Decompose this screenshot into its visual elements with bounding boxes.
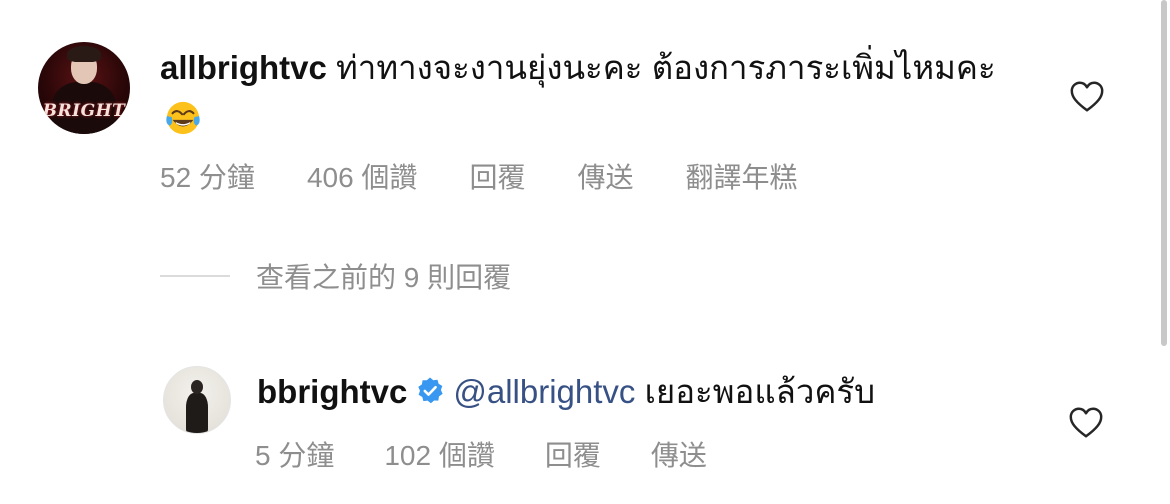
reply-send-button[interactable]: 傳送 bbox=[651, 434, 707, 474]
comment-time[interactable]: 52 分鐘 bbox=[160, 156, 255, 196]
comment-body: allbrightvc ท่าทางจะงานยุ่งนะคะ ต้องการภ… bbox=[160, 42, 1020, 146]
view-previous-replies[interactable]: 查看之前的 9 則回覆 bbox=[160, 256, 511, 296]
verified-badge-icon bbox=[418, 377, 443, 404]
translate-button[interactable]: 翻譯年糕 bbox=[685, 156, 797, 196]
comment-text: ท่าทางจะงานยุ่งนะคะ ต้องการภาระเพิ่มไหมค… bbox=[336, 49, 996, 86]
comment-username[interactable]: allbrightvc bbox=[160, 49, 327, 86]
avatar-figure-hair bbox=[67, 46, 101, 62]
reply-mention[interactable]: @allbrightvc bbox=[453, 373, 635, 410]
replies-divider-line bbox=[160, 275, 230, 277]
avatar-figure-head bbox=[191, 380, 203, 394]
reply-likes[interactable]: 102 個讚 bbox=[384, 434, 495, 474]
face-with-tears-of-joy-emoji bbox=[166, 101, 200, 135]
reply-meta: 5 分鐘 102 個讚 回覆 傳送 bbox=[255, 434, 757, 474]
reply-text: เยอะพอแล้วครับ bbox=[644, 373, 876, 410]
reply-body: bbrightvc @allbrightvc เยอะพอแล้วครับ bbox=[257, 368, 875, 416]
avatar-brand-text: BRIGHT bbox=[42, 101, 126, 121]
heart-icon[interactable] bbox=[1067, 404, 1105, 442]
comment-meta: 52 分鐘 406 個讚 回覆 傳送 翻譯年糕 bbox=[160, 156, 849, 196]
view-previous-replies-label: 查看之前的 9 則回覆 bbox=[256, 262, 512, 293]
reply-reply-button[interactable]: 回覆 bbox=[545, 434, 601, 474]
reply-button[interactable]: 回覆 bbox=[469, 156, 525, 196]
scrollbar[interactable] bbox=[1161, 0, 1167, 346]
heart-icon[interactable] bbox=[1068, 78, 1106, 116]
reply-avatar[interactable] bbox=[163, 366, 231, 434]
comment-likes[interactable]: 406 個讚 bbox=[307, 156, 418, 196]
reply-time[interactable]: 5 分鐘 bbox=[255, 434, 334, 474]
send-button[interactable]: 傳送 bbox=[577, 156, 633, 196]
avatar[interactable]: BRIGHT bbox=[38, 42, 130, 134]
reply-username[interactable]: bbrightvc bbox=[257, 373, 407, 410]
avatar-figure-body bbox=[186, 393, 208, 433]
